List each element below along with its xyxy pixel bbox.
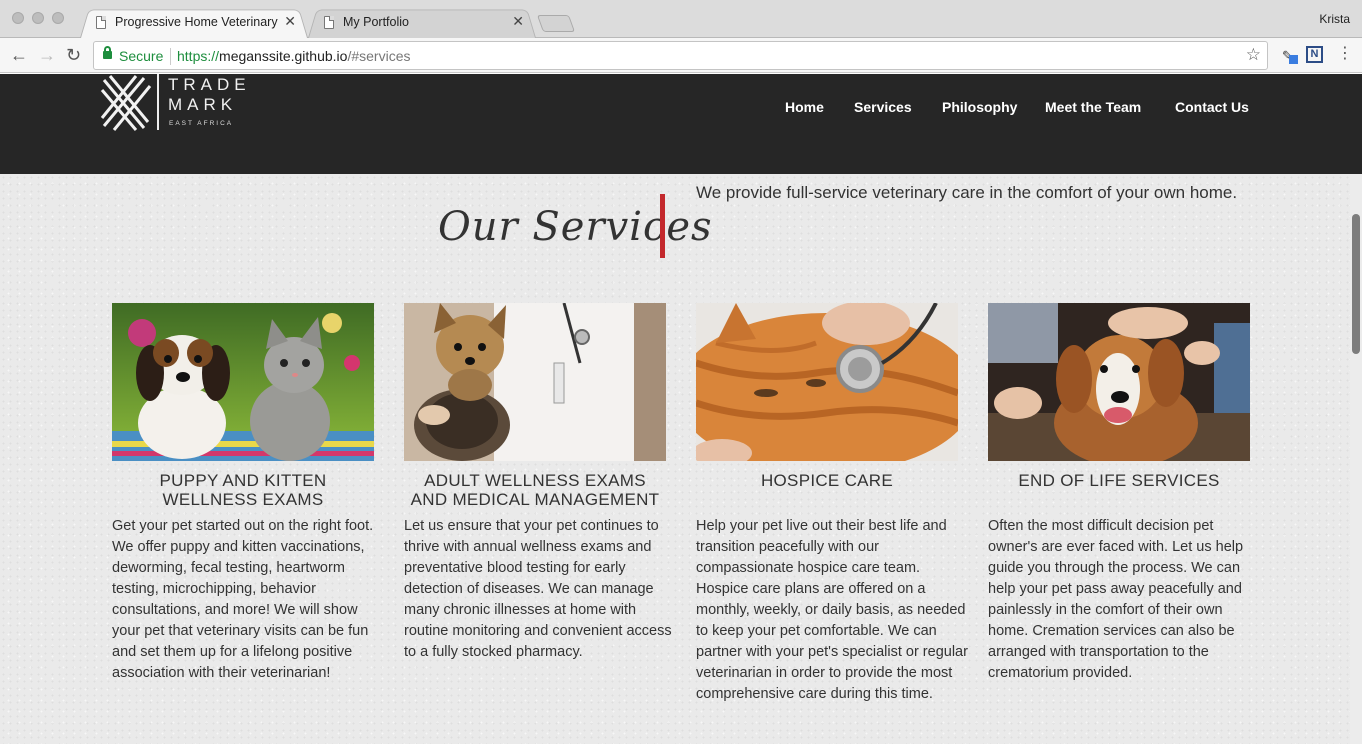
nav-contact-us[interactable]: Contact Us [1175,99,1249,115]
nav-meet-the-team[interactable]: Meet the Team [1045,99,1141,115]
browser-tab[interactable]: My Portfolio ✕ [308,7,536,38]
puppy-and-kitten-photo [112,303,374,461]
logo-line-3: EAST AFRICA [169,120,234,127]
heading-divider [660,194,665,258]
service-title: HOSPICE CARE [760,471,894,490]
site-logo[interactable]: TRADE MARK EAST AFRICA [100,74,250,134]
tab-title: My Portfolio [343,15,409,29]
new-tab-button[interactable] [536,15,576,32]
lock-icon [103,46,112,59]
dog-being-petted-photo [988,303,1250,461]
star-icon[interactable]: ☆ [1246,45,1261,65]
service-title: ADULT WELLNESS EXAMS AND MEDICAL MANAGEM… [410,471,660,509]
tab-title: Progressive Home Veterinary C [115,15,279,29]
nav-home[interactable]: Home [785,99,824,115]
page-icon [324,16,334,29]
tab-close-icon[interactable]: ✕ [284,13,296,30]
service-description: Help your pet live out their best life a… [696,518,968,702]
window-minimize-button[interactable] [32,12,44,24]
url-text[interactable]: https://meganssite.github.io/#services [177,48,410,64]
browser-tab-active[interactable]: Progressive Home Veterinary C ✕ [80,7,308,38]
window-zoom-button[interactable] [52,12,64,24]
service-card-end-of-life: END OF LIFE SERVICES Often the most diff… [988,303,1250,681]
browser-toolbar: ← → ↻ Secure https://meganssite.github.i… [0,38,1362,73]
window-close-button[interactable] [12,12,24,24]
browser-tab-bar: Progressive Home Veterinary C ✕ My Portf… [0,0,1362,38]
logo-line-2: MARK [168,95,238,114]
reload-icon[interactable]: ↻ [66,44,81,66]
services-section: Our Services We provide full-service vet… [0,174,1350,744]
profile-name[interactable]: Krista [1319,12,1350,26]
service-title: END OF LIFE SERVICES [1018,471,1220,490]
tab-close-icon[interactable]: ✕ [512,13,524,30]
more-vert-icon[interactable]: ⋮ [1337,44,1353,64]
service-title: PUPPY AND KITTEN WELLNESS EXAMS [159,471,327,509]
cat-with-stethoscope-photo [696,303,958,461]
service-description: Often the most difficult decision pet ow… [988,518,1244,681]
nav-services[interactable]: Services [854,99,912,115]
yorkie-with-vet-photo [404,303,666,461]
url-scheme: https:// [177,48,220,64]
url-path: /#services [347,48,411,64]
extension-pen-icon[interactable]: ✎ [1281,47,1298,64]
services-tagline: We provide full-service veterinary care … [696,183,1238,202]
service-description: Let us ensure that your pet continues to… [404,518,672,660]
page-icon [96,16,106,29]
services-heading: Our Services [438,204,713,250]
scrollbar-thumb[interactable] [1352,214,1360,354]
address-bar[interactable]: Secure https://meganssite.github.io/#ser… [93,41,1268,70]
back-arrow-icon[interactable]: ← [10,44,28,66]
logo-line-1: TRADE [168,75,251,94]
service-card-adult-wellness: ADULT WELLNESS EXAMS AND MEDICAL MANAGEM… [404,303,672,660]
nav-philosophy[interactable]: Philosophy [942,99,1017,115]
security-label: Secure [119,48,164,64]
service-card-hospice: HOSPICE CARE Help your pet live out thei… [696,303,968,702]
service-description: Get your pet started out on the right fo… [112,518,374,681]
forward-arrow-icon[interactable]: → [38,44,56,66]
url-host: meganssite.github.io [219,48,348,64]
extension-n-icon[interactable]: N [1306,46,1323,63]
site-header: TRADE MARK EAST AFRICA Home Services Phi… [0,74,1362,174]
logo-mark-icon [100,75,152,131]
service-card-puppy-kitten: PUPPY AND KITTEN WELLNESS EXAMS Get your… [112,303,374,681]
